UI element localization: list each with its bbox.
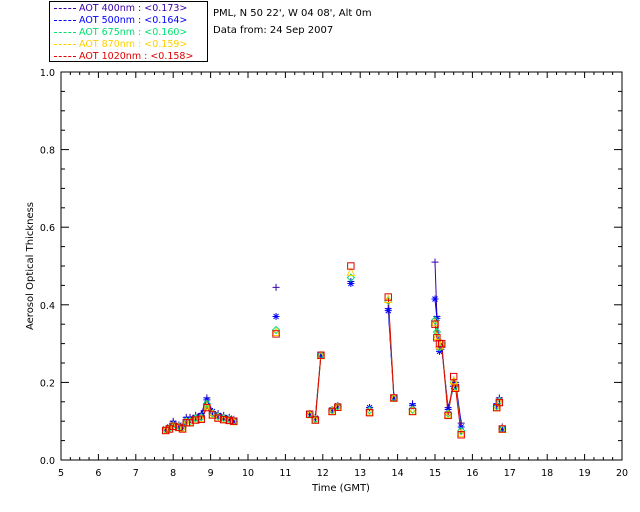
x-tick-label: 6 <box>95 468 101 479</box>
point-500nm <box>384 307 392 315</box>
x-tick-label: 10 <box>242 468 254 479</box>
plot-frame <box>60 71 623 461</box>
x-tick-label: 17 <box>504 468 516 479</box>
aot-chart: 5 6 7 8 9 10 11 12 13 14 15 16 17 18 19 20 0.0 0.2 0.4 0.6 0… <box>25 68 628 494</box>
x-tick-label: 8 <box>170 468 176 479</box>
x-tick-label: 7 <box>133 468 139 479</box>
y-axis-label: Aerosol Optical Thickness <box>25 202 36 330</box>
x-axis-label: Time (GMT) <box>311 483 370 494</box>
x-tick-label: 14 <box>392 468 404 479</box>
y-tick-label: 0.4 <box>40 301 55 312</box>
x-tick-label: 5 <box>58 468 64 479</box>
x-tick-label: 13 <box>354 468 366 479</box>
series-markers <box>161 258 507 439</box>
point-400nm <box>431 258 439 266</box>
series-line-3 <box>309 355 322 421</box>
y-tick-label: 1.0 <box>40 68 55 79</box>
x-tick-label: 18 <box>541 468 553 479</box>
x-tick-label: 20 <box>616 468 628 479</box>
x-tick-label: 9 <box>208 468 214 479</box>
x-tick-label: 19 <box>579 468 591 479</box>
series-line-2 <box>309 355 322 421</box>
axis-ticks: 5 6 7 8 9 10 11 12 13 14 15 16 17 18 19 20 0.0 0.2 0.4 0.6 0… <box>40 68 628 479</box>
series-line-4 <box>309 355 322 422</box>
plot-axes <box>60 71 623 461</box>
x-tick-label: 15 <box>429 468 441 479</box>
y-tick-label: 0.8 <box>40 146 55 157</box>
y-tick-label: 0.2 <box>40 378 55 389</box>
y-tick-label: 0.0 <box>40 456 55 467</box>
point-500nm <box>272 312 280 320</box>
x-tick-label: 12 <box>317 468 329 479</box>
point-400nm <box>272 283 280 291</box>
x-tick-label: 11 <box>279 468 291 479</box>
point-500nm <box>431 295 439 303</box>
series-line-0 <box>309 355 322 419</box>
x-tick-label: 16 <box>466 468 478 479</box>
series-line-1 <box>309 355 322 420</box>
y-tick-label: 0.6 <box>40 223 55 234</box>
